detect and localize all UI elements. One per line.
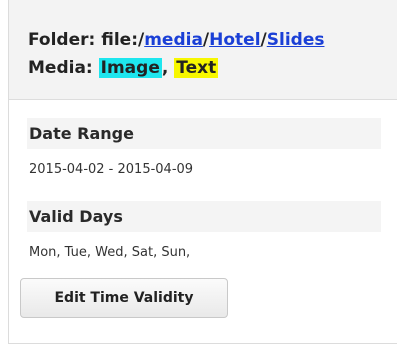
date-range-heading-label: Date Range <box>29 124 134 143</box>
folder-label: Folder: <box>28 30 96 50</box>
date-range-heading: Date Range <box>27 118 381 149</box>
media-types: Media: Image, Text <box>28 58 219 78</box>
date-range-value: 2015-04-02 - 2015-04-09 <box>29 162 194 177</box>
folder-link-media[interactable]: media <box>144 30 203 50</box>
media-badge-image: Image <box>98 58 162 78</box>
folder-scheme: file:/ <box>101 30 145 50</box>
valid-days-heading-label: Valid Days <box>29 207 123 226</box>
valid-days-heading: Valid Days <box>27 201 381 232</box>
folder-header: Folder: file:/media/Hotel/Slides Media: … <box>9 0 397 100</box>
folder-link-slides[interactable]: Slides <box>267 30 325 50</box>
valid-days-value: Mon, Tue, Wed, Sat, Sun, <box>29 245 191 260</box>
media-separator: , <box>161 58 169 78</box>
slide-properties-panel: Folder: file:/media/Hotel/Slides Media: … <box>8 0 397 344</box>
folder-link-hotel[interactable]: Hotel <box>209 30 260 50</box>
media-label: Media: <box>28 58 93 78</box>
edit-time-validity-button[interactable]: Edit Time Validity <box>20 278 228 318</box>
media-badge-text: Text <box>174 58 219 78</box>
folder-path: Folder: file:/media/Hotel/Slides <box>28 30 324 50</box>
